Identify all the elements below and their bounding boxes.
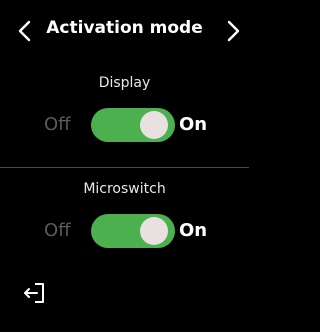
toggle-knob	[140, 217, 168, 245]
microswitch-label: Microswitch	[83, 181, 166, 197]
toggle-knob	[140, 111, 168, 139]
chevron-right-icon[interactable]	[223, 20, 245, 42]
microswitch-on-label: On	[179, 220, 208, 241]
exit-icon[interactable]	[22, 280, 48, 306]
microswitch-toggle[interactable]	[91, 214, 175, 248]
microswitch-off-label: Off	[44, 220, 71, 241]
display-off-label: Off	[44, 114, 71, 135]
display-on-label: On	[179, 114, 208, 135]
display-label: Display	[98, 75, 151, 91]
page-title: Activation mode	[46, 18, 203, 38]
divider	[0, 167, 249, 168]
display-toggle[interactable]	[91, 108, 175, 142]
chevron-left-icon[interactable]	[15, 20, 37, 42]
